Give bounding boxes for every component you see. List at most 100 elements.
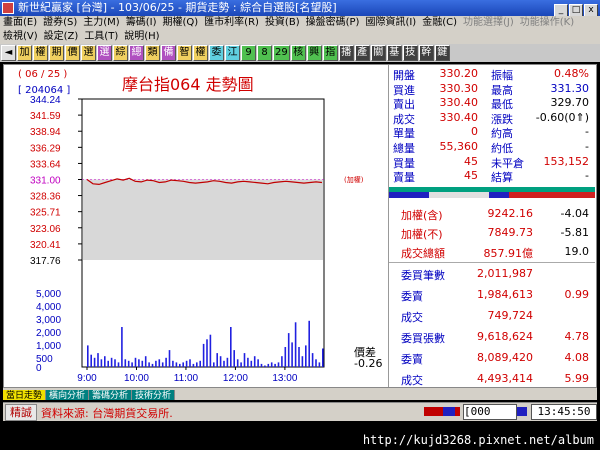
menu-item[interactable]: 功能操作(K) [517, 16, 577, 30]
index-change: -4.04 [560, 207, 589, 220]
tab-item[interactable]: 橫向分析 [46, 390, 90, 400]
y-tick-label: 336.29 [30, 143, 61, 154]
menu-bar-1: 畫面(E) 證券(S) 主力(M) 籌碼(I) 期權(Q) 匯市利率(R) 投資(B) 操盤密… [0, 16, 600, 30]
menu-item[interactable]: 期權(Q) [159, 16, 201, 30]
y-tick-label: 344.24 [30, 95, 61, 106]
function-button[interactable]: 8 [257, 45, 272, 61]
quote-row: 單量 0 約高 - [389, 125, 595, 141]
y-tick-label: 331.00 [30, 176, 61, 187]
volume-bar [257, 359, 259, 367]
quote-key: 未平倉 [491, 156, 524, 170]
menu-item[interactable]: 匯市利率(R) [201, 16, 262, 30]
function-button[interactable]: 指 [322, 45, 338, 61]
function-button[interactable]: 幹 [418, 45, 434, 61]
volume-bar [127, 360, 130, 367]
volume-bar [298, 347, 300, 367]
volume-bar [315, 359, 317, 367]
quote-row: 買量 45 未平倉 153,152 [389, 155, 595, 171]
order-ratio: 0.99 [564, 288, 590, 301]
volume-bar [311, 353, 314, 367]
volume-bar [185, 360, 188, 367]
function-button[interactable]: 核 [290, 45, 306, 61]
menu-item[interactable]: 籌碼(I) [123, 16, 160, 30]
volume-tick-label: 3,000 [36, 315, 61, 326]
volume-bar [264, 365, 266, 367]
menu-item[interactable]: 檢視(V) [0, 30, 41, 44]
menu-item[interactable]: 設定(Z) [41, 30, 82, 44]
order-key: 成交 [401, 374, 423, 387]
menu-item[interactable]: 投資(B) [262, 16, 303, 30]
function-button[interactable]: 9 [241, 45, 256, 61]
function-button[interactable]: 技 [402, 45, 418, 61]
function-button[interactable]: ◄ [1, 45, 16, 61]
volume-bar [165, 357, 167, 367]
y-tick-label: 338.94 [30, 127, 61, 138]
function-button[interactable]: 智 [177, 45, 192, 61]
menu-item[interactable]: 說明(H) [121, 30, 162, 44]
function-button[interactable]: 播 [338, 45, 354, 61]
tab-item[interactable]: 當日走勢 [3, 390, 47, 400]
volume-bar [117, 362, 120, 367]
function-button[interactable]: 基 [386, 45, 402, 61]
volume-bar [87, 345, 89, 367]
quote-key: 賣量 [393, 171, 415, 185]
volume-bar [100, 359, 103, 367]
function-button[interactable]: 選 [97, 45, 112, 61]
function-button[interactable]: 關 [370, 45, 386, 61]
function-button[interactable]: 29 [273, 45, 290, 61]
window-title: 新世紀贏家 [台灣] - 103/06/25 - 期貨走勢 : 綜合自選股[名望… [18, 1, 337, 14]
volume-bar [284, 347, 287, 367]
order-key: 委賣 [401, 353, 423, 366]
function-button[interactable]: 總 [129, 45, 144, 61]
volume-bar [93, 357, 96, 367]
menu-item[interactable]: 工具(T) [81, 30, 121, 44]
quote-value: 45 [464, 154, 478, 168]
quote-row: 成交 330.40 漲跌 -0.60(0⇑) [389, 111, 595, 127]
x-tick-label: 12:00 [223, 373, 248, 384]
menu-item[interactable]: 畫面(E) [0, 16, 40, 30]
function-button[interactable]: 綜 [113, 45, 128, 61]
volume-bar [322, 348, 324, 367]
volume-bar [189, 359, 191, 367]
function-button[interactable]: 權 [193, 45, 208, 61]
menu-item[interactable]: 國際資訊(I) [362, 16, 419, 30]
quote-value: 0.48% [554, 67, 589, 80]
function-button[interactable]: 產 [354, 45, 370, 61]
menu-item[interactable]: 金融(C) [419, 16, 460, 30]
tab-item[interactable]: 籌碼分析 [89, 390, 133, 400]
function-button[interactable]: 興 [306, 45, 322, 61]
order-key: 委賣 [401, 290, 423, 303]
tab-item[interactable]: 技術分析 [132, 390, 176, 400]
quote-key: 最高 [491, 83, 513, 97]
x-tick-label: 13:00 [272, 373, 297, 384]
function-button[interactable]: 價 [65, 45, 80, 61]
menu-item[interactable]: 功能選擇(J) [460, 16, 517, 30]
function-button[interactable]: 鍵 [434, 45, 450, 61]
function-button[interactable]: 權 [33, 45, 48, 61]
function-button[interactable]: 江 [225, 45, 240, 61]
volume-bar [182, 362, 184, 367]
menu-item[interactable]: 證券(S) [40, 16, 80, 30]
volume-bar [179, 363, 181, 367]
order-ratio: 4.78 [564, 330, 590, 343]
volume-bar [199, 360, 201, 367]
function-button[interactable]: 期 [49, 45, 64, 61]
volume-bar [175, 362, 178, 367]
volume-bar [168, 350, 171, 367]
function-button[interactable]: 選 [81, 45, 96, 61]
order-value: 8,089,420 [477, 351, 533, 364]
watermark: http://kujd3268.pixnet.net/album [0, 430, 600, 450]
index-change: -5.81 [560, 226, 589, 239]
volume-bar [243, 353, 246, 367]
clock: 13:45:50 [531, 404, 597, 420]
price-chart: 344.24 341.59 338.94 336.29 333.64 331.00 328.… [30, 95, 325, 384]
function-button[interactable]: 委 [209, 45, 224, 61]
function-button[interactable]: 類 [145, 45, 160, 61]
function-button[interactable]: 加 [17, 45, 32, 61]
quote-value: - [585, 125, 589, 139]
menu-item[interactable]: 操盤密碼(P) [303, 16, 363, 30]
x-tick-label: 9:00 [77, 373, 97, 384]
quote-key: 最低 [491, 98, 513, 112]
menu-item[interactable]: 主力(M) [80, 16, 122, 30]
function-button[interactable]: 備 [161, 45, 176, 61]
